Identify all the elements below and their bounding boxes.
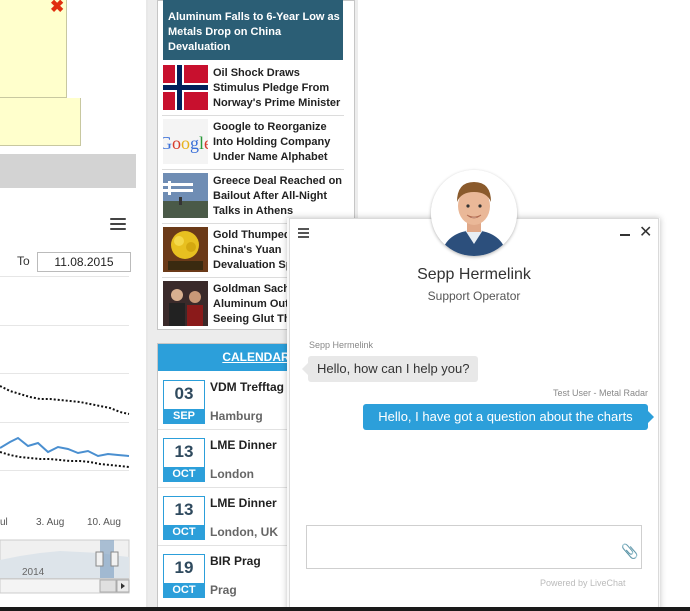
- event-day: 03: [174, 384, 194, 403]
- to-label: To: [17, 254, 30, 268]
- x-tick-label: 10. Aug: [87, 517, 121, 528]
- bubble-tail: [648, 411, 654, 423]
- sticky-note-body: [0, 98, 81, 146]
- event-title: LME Dinner: [210, 496, 277, 510]
- gold-icon: [163, 227, 208, 272]
- event-location: Hamburg: [210, 409, 263, 423]
- close-chat-icon[interactable]: ✕: [639, 222, 652, 242]
- chat-menu-icon[interactable]: [298, 228, 309, 238]
- event-title: VDM Trefftag: [210, 380, 285, 394]
- attachment-icon[interactable]: 📎: [621, 543, 638, 560]
- agent-name: Sepp Hermelink: [417, 266, 531, 283]
- message-input[interactable]: [306, 525, 642, 569]
- google-logo-icon: Google: [163, 119, 208, 164]
- event-date-badge: 19 OCT: [163, 554, 205, 598]
- minimize-icon[interactable]: [620, 234, 630, 236]
- event-date-badge: 13 OCT: [163, 496, 205, 540]
- agent-role: Support Operator: [427, 289, 521, 303]
- event-month: OCT: [163, 467, 205, 482]
- norway-flag-icon: [163, 65, 208, 110]
- event-day: 13: [174, 500, 194, 519]
- to-date-input[interactable]: 11.08.2015: [37, 252, 131, 272]
- message-author: Sepp Hermelink: [309, 340, 374, 350]
- news-item-title: Oil Shock Draws Stimulus Pledge From Norwa…: [213, 67, 341, 109]
- taskbar-edge: [0, 607, 690, 611]
- x-tick-label: ul: [0, 517, 8, 528]
- agent-avatar: [431, 170, 517, 256]
- event-date-badge: 03 SEP: [163, 380, 205, 424]
- event-month: OCT: [163, 583, 205, 598]
- news-item[interactable]: Greece Deal Reached on Bailout After All-…: [162, 170, 344, 224]
- scrollbar-thumb: [99, 579, 117, 593]
- powered-by-link[interactable]: Powered by LiveChat: [540, 578, 626, 588]
- dotted-series-upper: [0, 385, 130, 415]
- news-item[interactable]: Oil Shock Draws Stimulus Pledge From Norwa…: [162, 62, 344, 116]
- people-icon: [163, 281, 208, 326]
- price-chart: ul 3. Aug 10. Aug 2014: [0, 385, 130, 594]
- gray-toolbar: [0, 154, 136, 188]
- navigator-handle-left: [95, 551, 104, 567]
- event-month: OCT: [163, 525, 205, 540]
- news-feature-title[interactable]: Aluminum Falls to 6-Year Low as Metals D…: [168, 10, 340, 55]
- event-day: 13: [174, 442, 194, 461]
- news-item-title: Google to Reorganize Into Holding Company…: [213, 121, 331, 163]
- navigator-handle-right: [110, 551, 119, 567]
- chart-menu-icon[interactable]: [110, 218, 126, 231]
- agent-message-bubble: Hello, how can I help you?: [308, 356, 479, 382]
- event-date-badge: 13 OCT: [163, 438, 205, 482]
- blue-series: [0, 436, 130, 458]
- event-month: SEP: [163, 409, 205, 424]
- navigator-year-label: 2014: [22, 567, 45, 578]
- agent-photo: [431, 170, 517, 256]
- news-item[interactable]: Google Google to ReorganizeInto Holding …: [162, 116, 344, 170]
- event-day: 19: [174, 558, 194, 577]
- event-title: BIR Prag: [210, 554, 261, 568]
- message-author: Test User - Metal Radar: [552, 388, 648, 398]
- close-note-icon[interactable]: ✖: [50, 0, 64, 17]
- user-message-bubble: Hello, I have got a question about the c…: [363, 404, 648, 430]
- event-title: LME Dinner: [210, 438, 277, 452]
- greece-flag-icon: [163, 173, 208, 218]
- event-location: Prag: [210, 583, 237, 597]
- x-tick-label: 3. Aug: [36, 517, 64, 528]
- event-location: London, UK: [210, 525, 278, 539]
- svg-text:Google: Google: [163, 133, 208, 153]
- news-item-title: Greece Deal Reached on Bailout After All-…: [213, 175, 343, 217]
- event-location: London: [210, 467, 254, 481]
